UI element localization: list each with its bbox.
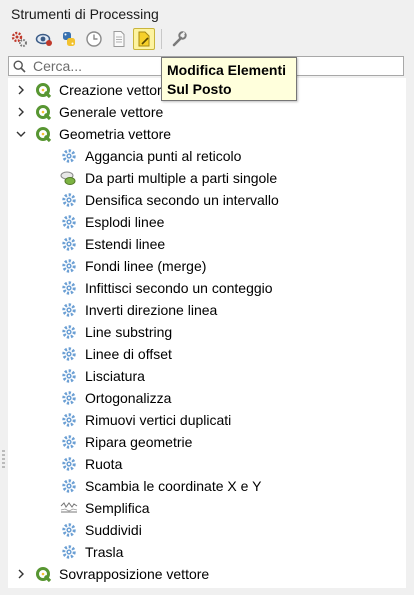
panel-title: Strumenti di Processing [11, 6, 159, 22]
gear-icon [60, 521, 78, 539]
gear-icon [60, 543, 78, 561]
tree-item-label: Scambia le coordinate X e Y [85, 478, 262, 494]
wrench-icon[interactable] [168, 28, 190, 50]
tree-item-label: Ripara geometrie [85, 434, 193, 450]
qgis-icon [34, 81, 52, 99]
gear-icon [60, 411, 78, 429]
gear-icon [60, 367, 78, 385]
search-icon [9, 59, 29, 73]
processing-toolbar [8, 26, 193, 52]
tree-item-esplodi-linee[interactable]: Esplodi linee [60, 211, 164, 233]
tree-item-label: Infittisci secondo un conteggio [85, 280, 273, 296]
tree-item-ortogonalizza[interactable]: Ortogonalizza [60, 387, 171, 409]
qgis-icon [34, 103, 52, 121]
tree-item-estendi-linee[interactable]: Estendi linee [60, 233, 165, 255]
tree-group-generale-vettore[interactable]: Generale vettore [8, 101, 163, 123]
results-icon[interactable] [108, 28, 130, 50]
qgis-icon [34, 565, 52, 583]
gear-icon [60, 433, 78, 451]
chevron-right-icon[interactable] [16, 101, 26, 123]
tree-item-infittisci-conteggio[interactable]: Infittisci secondo un conteggio [60, 277, 273, 299]
tree-group-label: Geometria vettore [59, 126, 172, 142]
tree-item-label: Suddividi [85, 522, 142, 538]
gear-icon [60, 147, 78, 165]
tree-item-label: Lisciatura [85, 368, 145, 384]
tooltip: Modifica Elementi Sul Posto [161, 57, 297, 101]
tree-item-scambia-coordinate[interactable]: Scambia le coordinate X e Y [60, 475, 261, 497]
tree-item-line-substring[interactable]: Line substring [60, 321, 172, 343]
resize-handle[interactable] [2, 450, 5, 470]
gear-icon [60, 477, 78, 495]
chevron-right-icon[interactable] [16, 563, 26, 585]
tree-group-label: Generale vettore [59, 104, 164, 120]
tree-item-label: Ruota [85, 456, 123, 472]
clock-icon[interactable] [83, 28, 105, 50]
multipart-icon [60, 169, 78, 187]
simplify-icon [60, 499, 78, 517]
gear-icon [60, 279, 78, 297]
gear-icon [60, 323, 78, 341]
tree-group-label: Sovrapposizione vettore [59, 566, 210, 582]
tree-item-suddividi[interactable]: Suddividi [60, 519, 142, 541]
tree-item-label: Da parti multiple a parti singole [85, 170, 278, 186]
tree-item-inverti-direzione[interactable]: Inverti direzione linea [60, 299, 217, 321]
tree-item-label: Semplifica [85, 500, 150, 516]
tree-item-label: Trasla [85, 544, 124, 560]
edit-in-place-icon[interactable] [133, 28, 155, 50]
gear-icon [60, 213, 78, 231]
algorithm-tree: Creazione vettori Generale vettore Geome… [8, 78, 406, 588]
chevron-right-icon[interactable] [16, 79, 26, 101]
tree-item-ripara-geometrie[interactable]: Ripara geometrie [60, 431, 192, 453]
tree-item-aggancia-punti[interactable]: Aggancia punti al reticolo [60, 145, 241, 167]
tree-item-fondi-linee[interactable]: Fondi linee (merge) [60, 255, 206, 277]
gear-icon [60, 455, 78, 473]
tree-item-label: Estendi linee [85, 236, 166, 252]
tree-item-label: Ortogonalizza [85, 390, 172, 406]
chevron-down-icon[interactable] [16, 123, 26, 145]
tree-group-sovrapposizione-vettore[interactable]: Sovrapposizione vettore [8, 563, 209, 585]
python-icon[interactable] [58, 28, 80, 50]
qgis-icon [34, 125, 52, 143]
tree-item-label: Fondi linee (merge) [85, 258, 207, 274]
tree-group-geometria-vettore[interactable]: Geometria vettore [8, 123, 171, 145]
tree-item-lisciatura[interactable]: Lisciatura [60, 365, 145, 387]
gear-icon [60, 257, 78, 275]
tree-item-label: Densifica secondo un intervallo [85, 192, 279, 208]
tree-item-semplifica[interactable]: Semplifica [60, 497, 150, 519]
tree-item-label: Inverti direzione linea [85, 302, 218, 318]
tree-item-label: Linee di offset [85, 346, 172, 362]
tree-item-label: Aggancia punti al reticolo [85, 148, 242, 164]
gear-icon [60, 301, 78, 319]
tree-group-label: Creazione vettori [59, 82, 165, 98]
tree-item-label: Esplodi linee [85, 214, 165, 230]
tree-item-trasla[interactable]: Trasla [60, 541, 123, 563]
gears-icon[interactable] [8, 28, 30, 50]
history-icon[interactable] [33, 28, 55, 50]
gear-icon [60, 345, 78, 363]
tree-group-creazione-vettori[interactable]: Creazione vettori [8, 79, 165, 101]
tree-item-ruota[interactable]: Ruota [60, 453, 122, 475]
tooltip-line-1: Modifica Elementi [167, 62, 287, 78]
tree-item-da-parti-multiple[interactable]: Da parti multiple a parti singole [60, 167, 277, 189]
tree-item-label: Line substring [85, 324, 173, 340]
tree-item-rimuovi-vertici[interactable]: Rimuovi vertici duplicati [60, 409, 231, 431]
gear-icon [60, 191, 78, 209]
tooltip-line-2: Sul Posto [167, 81, 232, 97]
tree-item-densifica-intervallo[interactable]: Densifica secondo un intervallo [60, 189, 279, 211]
tree-item-linee-offset[interactable]: Linee di offset [60, 343, 172, 365]
tree-item-label: Rimuovi vertici duplicati [85, 412, 232, 428]
gear-icon [60, 389, 78, 407]
toolbar-separator [161, 29, 162, 49]
gear-icon [60, 235, 78, 253]
